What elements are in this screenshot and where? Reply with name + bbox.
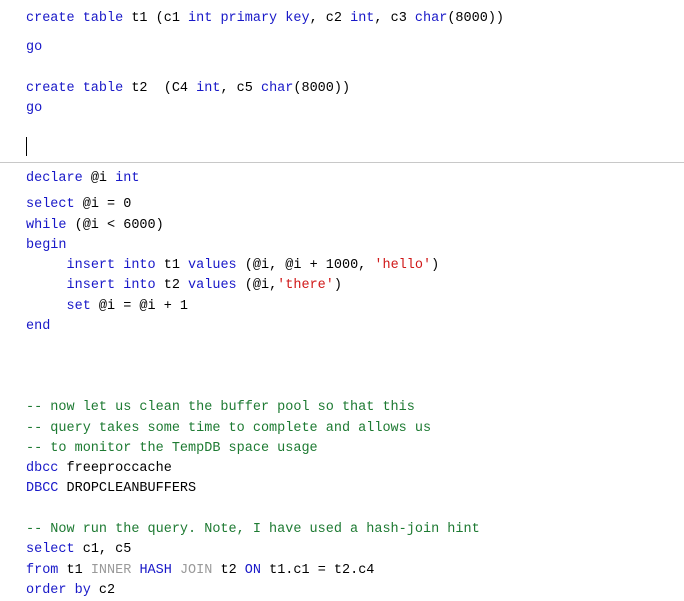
code-token-kw: insert into [66, 258, 164, 274]
code-line[interactable] [26, 140, 684, 160]
code-token-kw: HASH [139, 562, 180, 578]
text-caret [26, 137, 27, 156]
code-token-kw: select [26, 542, 83, 558]
code-token-plain: t1 [66, 562, 91, 578]
code-token-cmt: -- now let us clean the buffer pool so t… [26, 400, 415, 416]
code-line[interactable] [26, 358, 684, 378]
code-token-kw: from [26, 562, 67, 578]
code-line[interactable] [26, 59, 684, 79]
code-token-plain: (8000)) [447, 11, 505, 26]
sql-editor-window: create table t1 (c1 int primary key, c2 … [0, 0, 684, 598]
code-token-plain: , c3 [374, 11, 415, 26]
code-line[interactable]: dbcc freeproccache [26, 459, 684, 479]
code-token-plain: @i [90, 171, 116, 186]
code-token-kw: values [188, 278, 245, 294]
code-line[interactable] [26, 337, 684, 357]
code-line[interactable]: -- now let us clean the buffer pool so t… [26, 398, 684, 418]
code-token-kw: int primary key [188, 11, 310, 26]
code-token-kw: char [260, 80, 294, 96]
code-token-plain: t2 [220, 562, 245, 578]
code-line[interactable] [26, 500, 684, 520]
code-line[interactable]: begin [26, 236, 684, 256]
code-token-kw: int [196, 80, 221, 96]
code-token-plain: (@i, [244, 278, 278, 294]
top-pane-code-lines[interactable]: create table t1 (c1 int primary key, c2 … [26, 0, 684, 160]
code-line[interactable] [26, 378, 684, 398]
code-line[interactable]: DBCC DROPCLEANBUFFERS [26, 479, 684, 499]
code-line[interactable]: select c1, c5 [26, 540, 684, 560]
code-token-kw: declare [26, 171, 91, 186]
code-line[interactable]: set @i = @i + 1 [26, 297, 684, 317]
code-line[interactable]: order by c2 [26, 581, 684, 601]
code-token-plain: (@i, @i + 1000, [244, 258, 375, 274]
code-token-kw: order by [26, 582, 99, 598]
code-token-kw: int [115, 171, 140, 186]
code-token-kw: values [188, 258, 245, 274]
code-token-kw: char [414, 11, 448, 26]
code-token-dim: JOIN [179, 562, 221, 578]
code-token-plain: @i = @i + 1 [98, 298, 189, 314]
code-token-kw: set [66, 298, 99, 314]
code-line[interactable]: select @i = 0 [26, 195, 684, 215]
code-token-plain: (@i < 6000) [74, 217, 164, 233]
code-token-plain: c1, c5 [82, 542, 132, 558]
code-token-cmt: -- query takes some time to complete and… [26, 420, 432, 436]
code-line[interactable]: -- to monitor the TempDB space usage [26, 439, 684, 459]
code-token-plain: t1 [163, 258, 189, 274]
code-line[interactable]: -- query takes some time to complete and… [26, 419, 684, 439]
code-line[interactable]: go [26, 38, 684, 58]
code-token-plain: , c2 [309, 11, 351, 26]
code-token-kw: int [350, 11, 375, 26]
code-token-kw: create table [26, 11, 132, 26]
code-token-plain: DROPCLEANBUFFERS [66, 481, 197, 497]
code-token-kw: select [26, 197, 83, 213]
code-line[interactable]: from t1 INNER HASH JOIN t2 ON t1.c1 = t2… [26, 561, 684, 581]
code-token-kw: DBCC [26, 481, 67, 497]
code-line[interactable]: declare @i int [26, 163, 684, 195]
code-token-plain: @i = 0 [82, 197, 132, 213]
bottom-pane-code-lines[interactable]: declare @i int select @i = 0 while (@i < 6… [26, 163, 684, 601]
code-token-kw: insert into [66, 278, 164, 294]
code-line[interactable] [26, 119, 684, 139]
code-token-kw: go [26, 40, 43, 56]
code-token-kw: dbcc [26, 461, 67, 477]
code-token-plain: c2 [98, 582, 116, 598]
code-token-cmt: -- Now run the query. Note, I have used … [26, 522, 480, 538]
code-line[interactable]: insert into t1 values (@i, @i + 1000, 'h… [26, 256, 684, 276]
code-token-kw: end [26, 319, 51, 335]
query-editor-top-pane[interactable]: create table t1 (c1 int primary key, c2 … [0, 0, 684, 163]
code-line[interactable]: while (@i < 6000) [26, 216, 684, 236]
code-token-plain: t1.c1 = t2.c4 [269, 562, 375, 578]
code-token-str: 'there' [277, 278, 334, 294]
code-line[interactable]: -- Now run the query. Note, I have used … [26, 520, 684, 540]
code-token-kw: begin [26, 237, 67, 253]
code-token-dim: INNER [90, 562, 140, 578]
code-token-plain: t1 (c1 [131, 11, 189, 26]
code-line[interactable]: insert into t2 values (@i,'there') [26, 276, 684, 296]
code-token-plain: (8000)) [293, 80, 351, 96]
code-token-plain: , c5 [220, 80, 261, 96]
code-token-str: 'hello' [374, 258, 432, 274]
code-line[interactable]: end [26, 317, 684, 337]
code-token-plain: t2 [163, 278, 189, 294]
code-token-plain: freeproccache [66, 461, 172, 477]
code-token-cmt: -- to monitor the TempDB space usage [26, 440, 318, 456]
code-token-plain: ) [333, 278, 342, 294]
code-line[interactable]: create table t2 (C4 int, c5 char(8000)) [26, 79, 684, 99]
code-token-plain: ) [431, 258, 440, 274]
code-line[interactable]: go [26, 99, 684, 119]
code-token-kw: ON [244, 562, 270, 578]
code-token-kw: go [26, 101, 43, 117]
query-editor-bottom-pane[interactable]: declare @i int select @i = 0 while (@i < 6… [0, 163, 684, 598]
code-token-kw: while [26, 217, 75, 233]
code-token-kw: create table [26, 80, 132, 96]
code-token-plain: t2 (C4 [131, 80, 197, 96]
code-line[interactable]: create table t1 (c1 int primary key, c2 … [26, 0, 684, 38]
